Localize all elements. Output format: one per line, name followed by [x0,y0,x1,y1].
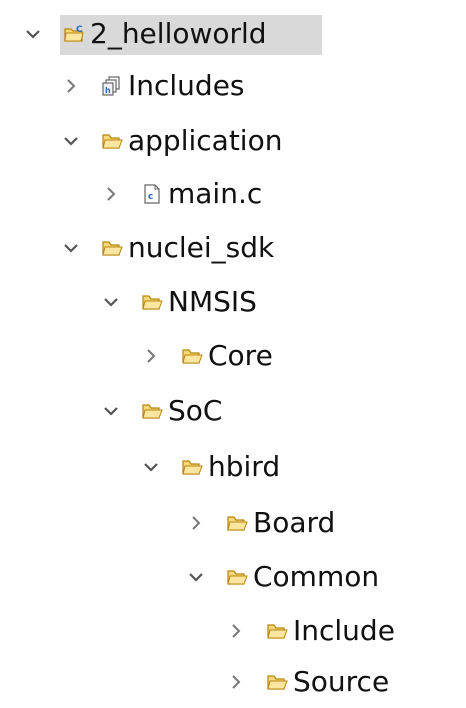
tree-item-nuclei-sdk[interactable]: nuclei_sdk [0,222,274,274]
tree-item-label: Core [208,339,273,372]
tree-item-application[interactable]: application [0,115,282,167]
tree-item-label: Board [253,506,336,539]
chevron-right-icon[interactable] [225,620,247,642]
tree-item-label: Includes [128,69,245,102]
project-folder-icon: C [63,23,85,45]
tree-item-label: SoC [168,394,223,427]
svg-text:c: c [148,192,153,202]
svg-text:C: C [76,25,83,35]
tree-item-source[interactable]: Source [0,656,389,708]
tree-item-common[interactable]: Common [0,551,379,603]
chevron-down-icon[interactable] [100,400,122,422]
chevron-right-icon[interactable] [100,183,122,205]
tree-item-label: Include [293,614,395,647]
folder-icon [266,620,288,642]
chevron-right-icon[interactable] [140,345,162,367]
chevron-down-icon[interactable] [185,566,207,588]
tree-item-nmsis[interactable]: NMSIS [0,276,257,328]
tree-item-board[interactable]: Board [0,497,335,549]
includes-icon: h [101,75,123,97]
folder-icon [181,456,203,478]
chevron-down-icon[interactable] [140,456,162,478]
folder-icon [141,400,163,422]
tree-item-label: main.c [168,177,263,210]
tree-item-hbird[interactable]: hbird [0,441,280,493]
tree-item-label: hbird [208,450,281,483]
tree-item-include[interactable]: Include [0,605,395,657]
tree-item-soc[interactable]: SoC [0,385,222,437]
chevron-right-icon[interactable] [185,512,207,534]
tree-item-label: Common [253,560,380,593]
folder-icon [266,671,288,693]
tree-item-label: NMSIS [168,285,257,318]
chevron-down-icon[interactable] [22,23,44,45]
tree-item-core[interactable]: Core [0,330,273,382]
tree-item-includes[interactable]: h Includes [0,60,245,112]
project-explorer-tree: C 2_helloworld h Includes application c … [0,0,466,698]
tree-item-label: 2_helloworld [90,17,267,50]
chevron-down-icon[interactable] [60,237,82,259]
folder-icon [181,345,203,367]
folder-icon [226,512,248,534]
folder-icon [141,291,163,313]
chevron-down-icon[interactable] [60,130,82,152]
folder-icon [101,130,123,152]
tree-item-main-c[interactable]: c main.c [0,168,262,220]
chevron-right-icon[interactable] [60,75,82,97]
folder-icon [101,237,123,259]
tree-item-label: Source [293,665,390,698]
svg-text:h: h [105,86,111,95]
folder-icon [226,566,248,588]
tree-item-2-helloworld[interactable]: C 2_helloworld [0,8,322,60]
tree-item-label: application [128,124,283,157]
chevron-down-icon[interactable] [100,291,122,313]
c-source-file-icon: c [141,183,163,205]
tree-item-label: nuclei_sdk [128,231,275,264]
chevron-right-icon[interactable] [225,671,247,693]
